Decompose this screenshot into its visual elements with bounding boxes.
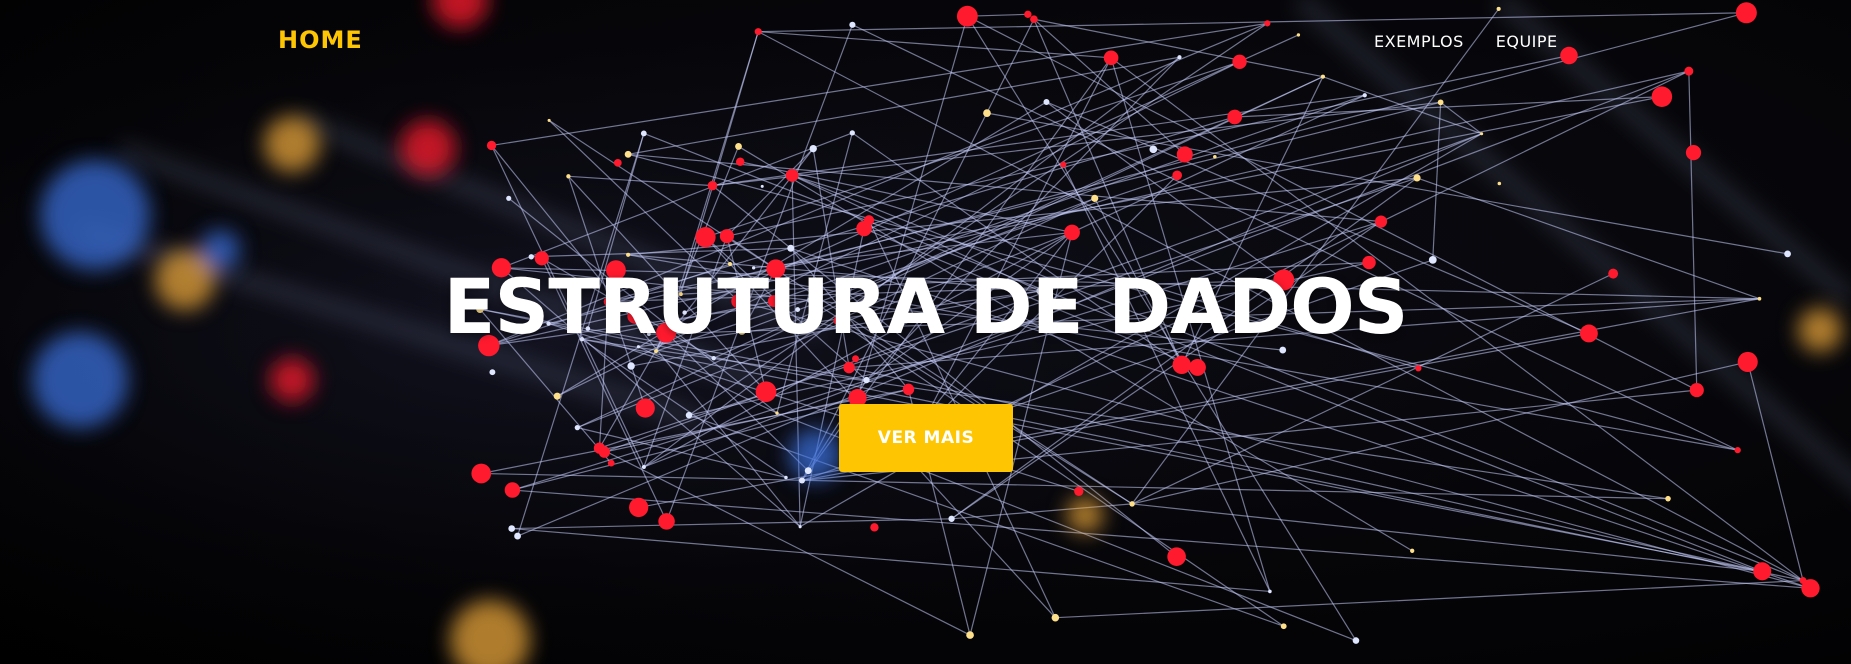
network-node-dot xyxy=(804,467,812,475)
network-node-dot xyxy=(784,475,788,480)
network-node-dot xyxy=(1352,637,1360,644)
network-node-dot xyxy=(1129,501,1135,507)
hero-title: ESTRUTURA DE DADOS xyxy=(443,262,1409,351)
network-node-dot xyxy=(566,174,571,179)
network-node-dot xyxy=(1480,132,1484,136)
network-node-dot xyxy=(760,184,764,188)
network-node-dot xyxy=(1689,383,1704,398)
bokeh-light xyxy=(40,160,150,270)
network-node-dot xyxy=(1737,351,1758,372)
network-node-dot xyxy=(514,532,521,540)
network-node-dot xyxy=(863,376,870,384)
network-node-dot xyxy=(755,381,777,403)
network-node-dot xyxy=(640,130,647,137)
hero-section: HOME EXEMPLOS EQUIPE ESTRUTURA DE DADOS … xyxy=(0,0,1851,664)
network-node-dot xyxy=(1410,548,1415,553)
network-node-dot xyxy=(658,513,675,530)
network-node-dot xyxy=(1753,562,1772,581)
network-node-dot xyxy=(1060,161,1067,168)
network-node-dot xyxy=(852,355,860,363)
ver-mais-button[interactable]: VER MAIS xyxy=(839,404,1013,472)
network-node-dot xyxy=(624,150,632,158)
bokeh-light xyxy=(1067,497,1103,533)
network-node-dot xyxy=(1784,250,1791,258)
network-node-dot xyxy=(574,424,580,431)
network-node-dot xyxy=(613,158,622,167)
network-node-dot xyxy=(1043,98,1050,105)
bokeh-light xyxy=(789,429,841,481)
network-node-dot xyxy=(966,631,974,639)
network-node-dot xyxy=(508,525,516,532)
network-node-dot xyxy=(626,252,631,257)
network-node-dot xyxy=(547,118,551,122)
network-node-dot xyxy=(787,244,795,252)
bokeh-light xyxy=(264,116,320,172)
network-node-dot xyxy=(506,195,512,201)
network-node-dot xyxy=(598,446,611,458)
network-node-dot xyxy=(489,369,496,376)
nav-item-exemplos[interactable]: EXEMPLOS xyxy=(1374,32,1464,51)
network-node-dot xyxy=(1268,589,1272,594)
network-node-dot xyxy=(627,362,635,370)
network-node-dot xyxy=(1149,145,1158,154)
network-node-dot xyxy=(1685,144,1702,161)
network-node-dot xyxy=(948,515,955,522)
network-node-dot xyxy=(629,497,649,518)
network-node-dot xyxy=(1172,355,1191,375)
nav-menu: EXEMPLOS EQUIPE xyxy=(1374,32,1558,51)
network-node-dot xyxy=(695,227,716,248)
network-node-dot xyxy=(1799,577,1807,585)
network-node-dot xyxy=(735,143,742,150)
network-node-dot xyxy=(809,144,817,153)
network-node-dot xyxy=(1413,174,1421,182)
network-node-dot xyxy=(856,220,872,237)
network-node-dot xyxy=(902,383,915,396)
network-node-dot xyxy=(735,157,745,167)
network-node-dot xyxy=(641,464,646,469)
network-node-dot xyxy=(685,411,693,419)
network-node-dot xyxy=(1362,93,1367,98)
network-node-dot xyxy=(1167,547,1186,567)
network-node-dot xyxy=(707,180,718,191)
nav-item-equipe[interactable]: EQUIPE xyxy=(1496,32,1558,51)
network-node-dot xyxy=(528,254,534,260)
network-node-dot xyxy=(983,109,991,117)
network-node-dot xyxy=(1213,154,1217,159)
network-node-dot xyxy=(1374,215,1388,228)
network-node-dot xyxy=(719,229,734,244)
network-node-dot xyxy=(798,477,806,484)
network-node-dot xyxy=(1189,358,1206,376)
network-node-dot xyxy=(870,523,879,532)
network-node-dot xyxy=(711,356,716,361)
network-node-dot xyxy=(1064,224,1080,241)
network-node-dot xyxy=(553,392,561,400)
bokeh-light xyxy=(400,120,456,176)
network-node-dot xyxy=(635,398,655,418)
network-node-dot xyxy=(1497,181,1502,186)
network-node-dot xyxy=(471,463,492,484)
network-node-dot xyxy=(1415,365,1422,372)
network-node-dot xyxy=(1074,486,1084,496)
navbar: HOME EXEMPLOS EQUIPE xyxy=(0,0,1851,84)
network-node-dot xyxy=(504,482,521,498)
network-node-dot xyxy=(1227,109,1243,125)
network-node-dot xyxy=(798,525,802,529)
network-node-dot xyxy=(785,168,799,182)
network-node-dot xyxy=(843,361,855,374)
bokeh-light xyxy=(270,358,314,402)
home-link[interactable]: HOME xyxy=(278,26,363,54)
network-node-dot xyxy=(1172,170,1183,181)
network-node-dot xyxy=(1091,194,1099,202)
network-node-dot xyxy=(607,459,615,467)
network-node-dot xyxy=(1734,447,1741,454)
network-node-dot xyxy=(849,130,855,136)
network-node-dot xyxy=(1651,86,1673,107)
network-node-dot xyxy=(1665,495,1671,502)
network-node-dot xyxy=(775,411,779,415)
network-node-dot xyxy=(486,140,497,151)
network-node-dot xyxy=(1051,613,1060,622)
network-node-dot xyxy=(1176,146,1193,163)
network-node-dot xyxy=(1437,99,1444,106)
network-node-dot xyxy=(1280,623,1287,630)
